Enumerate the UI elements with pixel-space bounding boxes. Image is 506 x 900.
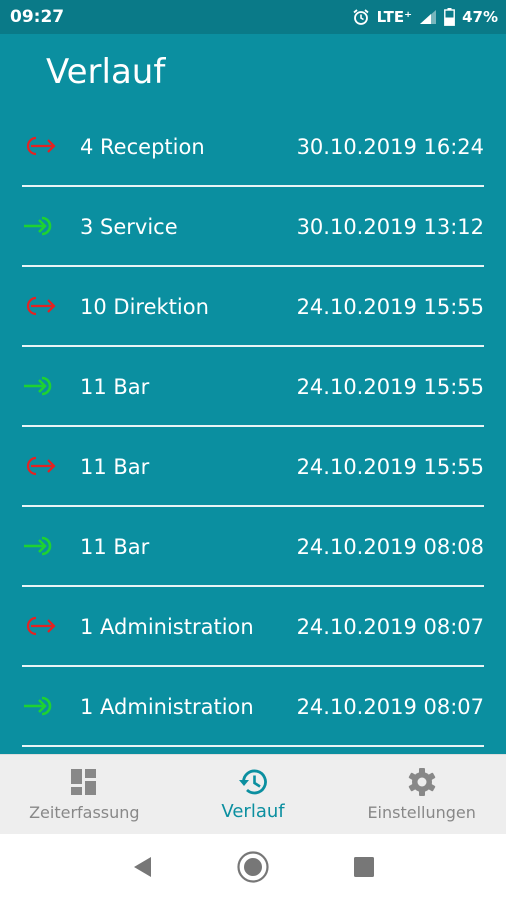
history-row[interactable]: 11 Bar 24.10.2019 15:55 (0, 427, 506, 507)
history-icon (237, 767, 269, 797)
nav-item-zeiterfassung[interactable]: Zeiterfassung (0, 755, 169, 834)
gear-icon (407, 767, 437, 797)
history-row-timestamp: 24.10.2019 08:08 (296, 535, 484, 559)
history-row-location: 11 Bar (80, 375, 150, 399)
history-row[interactable]: 11 Bar 24.10.2019 08:08 (0, 507, 506, 587)
system-navigation-bar (0, 834, 506, 900)
status-bar: 09:27 LTE⁺ 47% (0, 0, 506, 34)
bottom-navigation: Zeiterfassung Verlauf Einstellungen (0, 754, 506, 834)
check-in-icon (22, 374, 58, 398)
history-row[interactable]: 11 Bar 24.10.2019 15:55 (0, 347, 506, 427)
status-icons: LTE⁺ 47% (352, 8, 498, 26)
network-label: LTE⁺ (376, 8, 413, 26)
nav-label-verlauf: Verlauf (221, 801, 285, 822)
check-out-icon (22, 614, 58, 638)
home-icon[interactable] (236, 850, 270, 884)
nav-label-einstellungen: Einstellungen (367, 803, 476, 822)
history-row-location: 10 Direktion (80, 295, 209, 319)
history-row-location: 11 Bar (80, 455, 150, 479)
check-out-icon (22, 134, 58, 158)
history-row-location: 1 Administration (80, 695, 254, 719)
history-row[interactable]: 1 Administration 24.10.2019 08:07 (0, 667, 506, 747)
nav-item-verlauf[interactable]: Verlauf (169, 755, 338, 834)
history-row[interactable]: 3 Service 30.10.2019 13:12 (0, 187, 506, 267)
recents-icon[interactable] (353, 856, 375, 878)
history-row[interactable]: 1 Administration 24.10.2019 08:07 (0, 587, 506, 667)
history-row-location: 11 Bar (80, 535, 150, 559)
history-row-location: 3 Service (80, 215, 178, 239)
signal-icon (419, 9, 437, 25)
history-row-timestamp: 24.10.2019 15:55 (296, 375, 484, 399)
alarm-icon (352, 8, 370, 26)
history-row[interactable]: 4 Reception 30.10.2019 16:24 (0, 107, 506, 187)
dashboard-icon (70, 767, 98, 797)
page-title: Verlauf (46, 52, 166, 92)
history-row-timestamp: 30.10.2019 16:24 (296, 135, 484, 159)
check-out-icon (22, 294, 58, 318)
check-out-icon (22, 454, 58, 478)
history-row-timestamp: 30.10.2019 13:12 (296, 215, 484, 239)
nav-label-zeiterfassung: Zeiterfassung (29, 803, 140, 822)
battery-icon (444, 8, 455, 26)
battery-percentage: 47% (462, 8, 498, 26)
nav-item-einstellungen[interactable]: Einstellungen (337, 755, 506, 834)
history-row-location: 4 Reception (80, 135, 205, 159)
history-row-timestamp: 24.10.2019 08:07 (296, 615, 484, 639)
history-row-timestamp: 24.10.2019 15:55 (296, 455, 484, 479)
check-in-icon (22, 534, 58, 558)
back-icon[interactable] (131, 855, 153, 879)
history-row-timestamp: 24.10.2019 15:55 (296, 295, 484, 319)
history-screen: Verlauf 4 Reception 30.10.2019 16:24 3 Ser… (0, 34, 506, 754)
check-in-icon (22, 694, 58, 718)
history-list: 4 Reception 30.10.2019 16:24 3 Service 30.1… (0, 107, 506, 747)
history-row[interactable]: 10 Direktion 24.10.2019 15:55 (0, 267, 506, 347)
history-row-location: 1 Administration (80, 615, 254, 639)
history-row-timestamp: 24.10.2019 08:07 (296, 695, 484, 719)
status-time: 09:27 (10, 7, 65, 27)
check-in-icon (22, 214, 58, 238)
